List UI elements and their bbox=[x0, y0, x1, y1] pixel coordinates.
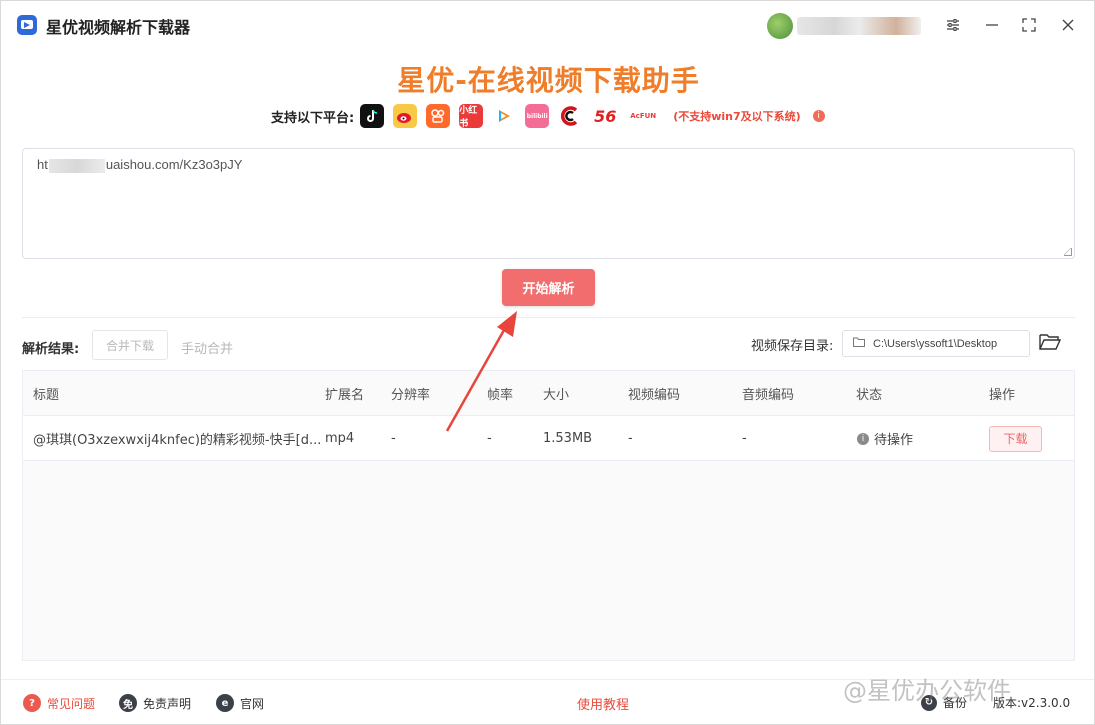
header-title: 标题 bbox=[33, 388, 60, 403]
header-resolution: 分辨率 bbox=[391, 388, 431, 403]
row-resolution: - bbox=[391, 431, 396, 446]
header-status: 状态 bbox=[856, 388, 883, 403]
tencent-video-icon bbox=[492, 104, 517, 128]
download-button[interactable]: 下载 bbox=[989, 425, 1042, 452]
row-acodec: - bbox=[742, 431, 747, 446]
folder-icon bbox=[853, 337, 865, 350]
xiaohongshu-icon: 小红书 bbox=[459, 104, 484, 129]
faq-label: 常见问题 bbox=[47, 696, 96, 711]
no-win7-note: (不支持win7及以下系统) bbox=[673, 110, 801, 123]
acfun-icon: AcFUN bbox=[628, 104, 659, 128]
url-text-prefix: ht bbox=[37, 157, 48, 172]
save-dir-value: C:\Users\yssoft1\Desktop bbox=[873, 337, 998, 350]
save-dir-input[interactable]: C:\Users\yssoft1\Desktop bbox=[842, 330, 1030, 357]
website-link[interactable]: e 官网 bbox=[216, 694, 264, 712]
header-action: 操作 bbox=[989, 388, 1016, 403]
website-label: 官网 bbox=[240, 696, 265, 711]
close-icon[interactable] bbox=[1056, 13, 1080, 37]
url-input[interactable]: ht uaishou.com/Kz3o3pJY bbox=[22, 148, 1075, 259]
title-bar: 星优视频解析下载器 bbox=[1, 1, 1094, 49]
row-status: i 待操作 bbox=[857, 416, 913, 461]
kuaishou-icon bbox=[426, 104, 451, 128]
row-status-text: 待操作 bbox=[874, 433, 914, 448]
disclaimer-label: 免责声明 bbox=[143, 696, 192, 711]
disclaimer-link[interactable]: 免 免责声明 bbox=[119, 694, 191, 712]
faq-link[interactable]: ? 常见问题 bbox=[23, 694, 95, 712]
question-icon: ? bbox=[23, 694, 41, 712]
start-parse-button[interactable]: 开始解析 bbox=[502, 269, 595, 306]
table-row[interactable]: @琪琪(O3xzexwxij4knfec)的精彩视频-快手[d... mp4 -… bbox=[23, 416, 1074, 461]
divider bbox=[22, 317, 1075, 318]
table-header: 标题 扩展名 分辨率 帧率 大小 视频编码 音频编码 状态 操作 bbox=[23, 371, 1074, 416]
minimize-icon[interactable] bbox=[980, 13, 1004, 37]
row-title: @琪琪(O3xzexwxij4knfec)的精彩视频-快手[d... bbox=[33, 433, 322, 448]
platform-row: 支持以下平台: 小红书 bilibili 56 AcFUN (不支持win7及以… bbox=[271, 103, 825, 129]
url-text-suffix: uaishou.com/Kz3o3pJY bbox=[105, 157, 243, 172]
merge-download-button[interactable]: 合并下载 bbox=[92, 330, 168, 360]
tutorial-link[interactable]: 使用教程 bbox=[577, 694, 629, 713]
56-icon: 56 bbox=[591, 104, 620, 128]
row-ext: mp4 bbox=[325, 431, 355, 446]
bilibili-icon: bilibili bbox=[525, 104, 550, 128]
row-size: 1.53MB bbox=[543, 431, 593, 446]
url-redacted bbox=[48, 158, 105, 173]
resize-grip-icon[interactable] bbox=[1064, 248, 1072, 256]
header-size: 大小 bbox=[543, 388, 570, 403]
user-avatar[interactable] bbox=[767, 13, 793, 39]
watermark: @星优办公软件 bbox=[843, 677, 1011, 705]
tiktok-icon bbox=[360, 104, 385, 128]
header-ext: 扩展名 bbox=[325, 388, 365, 403]
folder-open-icon[interactable] bbox=[1039, 333, 1062, 353]
app-title: 星优视频解析下载器 bbox=[46, 18, 191, 37]
app-logo-icon bbox=[17, 15, 37, 35]
user-name-blurred[interactable] bbox=[797, 17, 921, 35]
manual-merge-button[interactable]: 手动合并 bbox=[181, 338, 233, 357]
row-vcodec: - bbox=[628, 431, 633, 446]
results-table: 标题 扩展名 分辨率 帧率 大小 视频编码 音频编码 状态 操作 @琪琪(O3x… bbox=[22, 370, 1075, 661]
platform-label: 支持以下平台: bbox=[271, 110, 355, 126]
weibo-icon bbox=[393, 104, 418, 128]
app-window: 星优视频解析下载器 星优-在线视频下载助手 支持以下平台: 小红书 bilibi… bbox=[0, 0, 1095, 725]
results-label: 解析结果: bbox=[22, 342, 80, 357]
cctv-icon bbox=[558, 104, 583, 128]
save-dir-label: 视频保存目录: bbox=[751, 339, 834, 354]
info-status-icon: i bbox=[857, 432, 869, 445]
header-fps: 帧率 bbox=[487, 388, 514, 403]
settings-sliders-icon[interactable] bbox=[941, 13, 965, 37]
header-acodec: 音频编码 bbox=[742, 388, 795, 403]
row-fps: - bbox=[487, 431, 492, 446]
globe-icon: e bbox=[216, 694, 234, 712]
header-vcodec: 视频编码 bbox=[628, 388, 681, 403]
row-action: 下载 bbox=[989, 416, 1042, 461]
maximize-icon[interactable] bbox=[1017, 13, 1041, 37]
brand-title: 星优-在线视频下载助手 bbox=[397, 64, 700, 97]
disclaimer-icon: 免 bbox=[119, 694, 137, 712]
info-icon[interactable]: i bbox=[812, 110, 825, 122]
